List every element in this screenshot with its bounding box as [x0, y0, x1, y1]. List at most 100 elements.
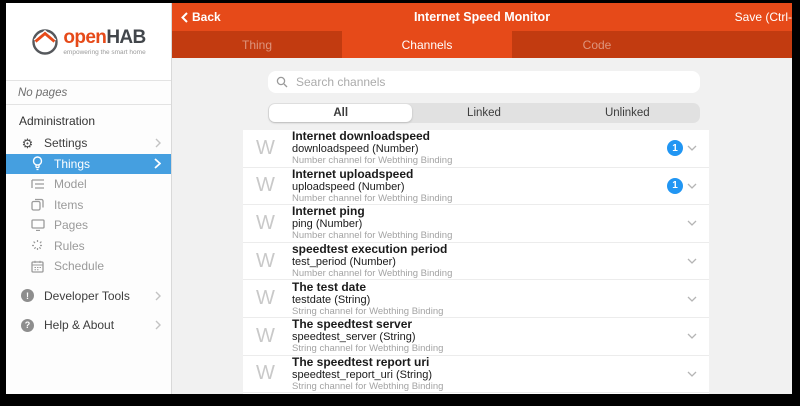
channel-description: Number channel for Webthing Binding	[292, 268, 452, 279]
chevron-right-icon	[155, 320, 161, 330]
rules-spark-icon	[30, 239, 45, 252]
sidebar-item-label: Help & About	[44, 318, 114, 332]
filter-unlinked[interactable]: Unlinked	[556, 104, 699, 122]
back-button[interactable]: Back	[172, 10, 221, 24]
channel-description: Number channel for Webthing Binding	[292, 155, 452, 166]
channel-row[interactable]: W speedtest execution period test_period…	[243, 243, 709, 281]
sidebar-item-pages[interactable]: Pages	[6, 215, 171, 236]
sidebar-item-label: Rules	[54, 239, 85, 253]
channel-description: String channel for Webthing Binding	[292, 306, 443, 317]
model-tree-icon	[30, 178, 45, 190]
filter-all[interactable]: All	[269, 104, 412, 122]
save-button[interactable]: Save (Ctrl-	[735, 10, 792, 24]
sidebar-item-label: Pages	[54, 218, 88, 232]
channel-title: Internet uploadspeed	[292, 168, 452, 181]
sidebar-item-things[interactable]: Things	[6, 154, 171, 175]
no-pages-label: No pages	[6, 80, 171, 105]
channel-id: testdate (String)	[292, 294, 443, 306]
pages-display-icon	[30, 219, 45, 231]
channel-list: W Internet downloadspeed downloadspeed (…	[243, 130, 709, 394]
filter-segmented-control: All Linked Unlinked	[268, 103, 700, 123]
channel-row[interactable]: W The speedtest server speedtest_server …	[243, 318, 709, 356]
developer-tools-icon: !	[20, 289, 35, 302]
sidebar-item-items[interactable]: Items	[6, 195, 171, 216]
channel-description: Number channel for Webthing Binding	[292, 230, 452, 241]
sidebar-item-label: Developer Tools	[44, 289, 130, 303]
channel-description: Number channel for Webthing Binding	[292, 193, 452, 204]
tab-code[interactable]: Code	[512, 31, 682, 58]
chevron-down-icon[interactable]	[687, 371, 697, 377]
channel-id: speedtest_server (String)	[292, 331, 443, 343]
sidebar-item-developer-tools[interactable]: ! Developer Tools	[6, 286, 171, 307]
search-input[interactable]	[294, 74, 692, 90]
binding-letter: W	[256, 174, 285, 197]
sidebar-item-label: Model	[54, 177, 87, 191]
back-label: Back	[192, 10, 221, 24]
chevron-right-icon	[155, 138, 161, 148]
gear-icon: ⚙	[20, 137, 35, 150]
binding-letter: W	[256, 287, 285, 310]
brand-tagline: empowering the smart home	[63, 49, 145, 56]
channels-content: All Linked Unlinked W Internet downloads…	[172, 58, 792, 394]
search-bar[interactable]	[268, 71, 700, 93]
logo-area: openHAB empowering the smart home	[6, 3, 171, 80]
channel-row[interactable]: W Internet downloadspeed downloadspeed (…	[243, 130, 709, 168]
chevron-down-icon[interactable]	[687, 183, 697, 189]
main-area: Internet Speed Monitor Back Save (Ctrl- …	[172, 3, 792, 394]
binding-letter: W	[256, 250, 285, 273]
sidebar-item-help-about[interactable]: ? Help & About	[6, 315, 171, 336]
sidebar-item-schedule[interactable]: Schedule	[6, 256, 171, 277]
items-copy-icon	[30, 198, 45, 211]
sidebar-item-label: Items	[54, 198, 83, 212]
openhab-logo: openHAB empowering the smart home	[31, 28, 145, 56]
channel-row[interactable]: W The speedtest report uri speedtest_rep…	[243, 356, 709, 394]
openhab-logo-icon	[31, 28, 59, 56]
channel-title: The test date	[292, 281, 443, 294]
sidebar-item-label: Settings	[44, 136, 87, 150]
chevron-down-icon[interactable]	[687, 258, 697, 264]
channel-description: String channel for Webthing Binding	[292, 343, 443, 354]
help-circle-icon: ?	[20, 319, 35, 332]
tab-bar: Thing Channels Code	[172, 31, 792, 58]
sidebar-item-rules[interactable]: Rules	[6, 236, 171, 257]
channel-row[interactable]: W Internet ping ping (Number) Number cha…	[243, 205, 709, 243]
chevron-down-icon[interactable]	[687, 220, 697, 226]
chevron-left-icon	[181, 12, 188, 23]
schedule-calendar-icon	[30, 260, 45, 273]
sidebar-item-settings[interactable]: ⚙ Settings	[6, 133, 171, 154]
channel-title: Internet ping	[292, 205, 452, 218]
tab-channels[interactable]: Channels	[342, 31, 512, 58]
chevron-down-icon[interactable]	[687, 296, 697, 302]
linked-count-badge: 1	[667, 178, 683, 194]
channel-row[interactable]: W The test date testdate (String) String…	[243, 280, 709, 318]
channel-id: downloadspeed (Number)	[292, 143, 452, 155]
search-icon	[276, 76, 288, 88]
sidebar-item-label: Things	[54, 157, 90, 171]
channel-title: The speedtest report uri	[292, 356, 443, 369]
channel-id: test_period (Number)	[292, 256, 452, 268]
chevron-down-icon[interactable]	[687, 145, 697, 151]
page-title: Internet Speed Monitor	[172, 10, 792, 24]
channel-title: speedtest execution period	[292, 243, 452, 256]
admin-section-label: Administration	[6, 105, 171, 133]
chevron-down-icon[interactable]	[687, 333, 697, 339]
brand-hab: HAB	[106, 27, 145, 48]
brand-open: open	[63, 27, 106, 48]
admin-menu: ⚙ Settings Things Model	[6, 133, 171, 336]
navbar: Internet Speed Monitor Back Save (Ctrl-	[172, 3, 792, 31]
sidebar: openHAB empowering the smart home No pag…	[6, 3, 172, 394]
channel-title: The speedtest server	[292, 318, 443, 331]
channel-id: uploadspeed (Number)	[292, 181, 452, 193]
tab-thing[interactable]: Thing	[172, 31, 342, 58]
linked-count-badge: 1	[667, 140, 683, 156]
channel-row[interactable]: W Internet uploadspeed uploadspeed (Numb…	[243, 168, 709, 206]
binding-letter: W	[256, 137, 285, 160]
sidebar-item-model[interactable]: Model	[6, 174, 171, 195]
sidebar-item-label: Schedule	[54, 259, 104, 273]
channel-description: String channel for Webthing Binding	[292, 381, 443, 392]
binding-letter: W	[256, 212, 285, 235]
filter-linked[interactable]: Linked	[412, 104, 555, 122]
chevron-right-icon	[155, 291, 161, 301]
channel-id: speedtest_report_uri (String)	[292, 369, 443, 381]
channel-title: Internet downloadspeed	[292, 130, 452, 143]
